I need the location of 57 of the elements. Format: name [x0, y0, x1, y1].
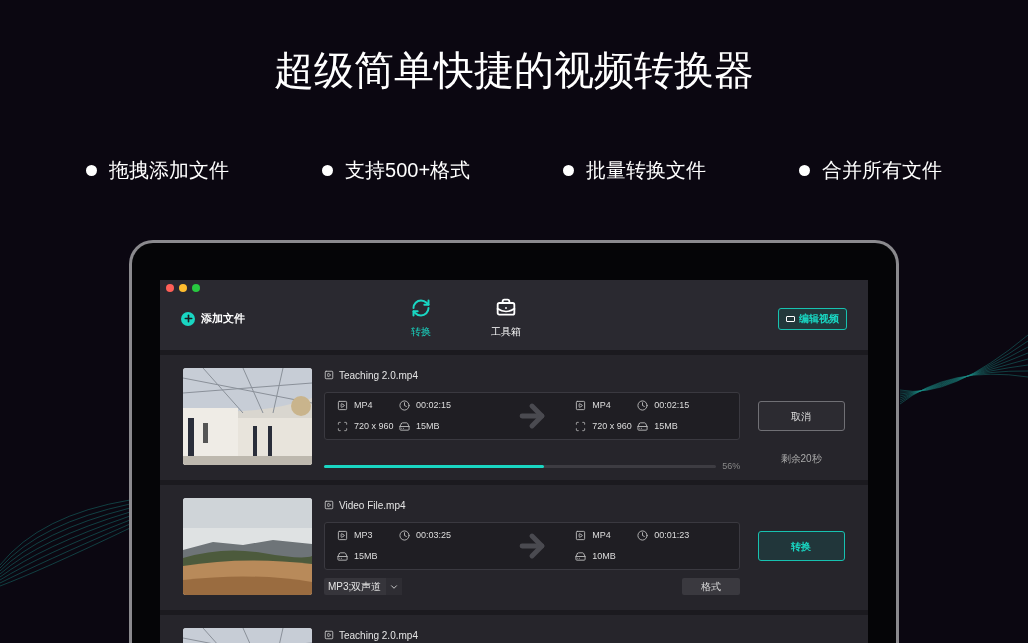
- file-name: Teaching 2.0.mp4: [339, 628, 418, 643]
- spec-text: MP4: [592, 528, 611, 542]
- spec-text: MP3: [354, 528, 373, 542]
- spec-text: MP4: [354, 398, 373, 412]
- spec-text: 720 x 960: [354, 420, 394, 433]
- spec-text: 15MB: [416, 420, 440, 433]
- play-icon: [575, 399, 587, 411]
- cancel-button[interactable]: 取消: [757, 401, 845, 431]
- file-size-icon: [399, 421, 410, 433]
- spec-text: 00:02:15: [416, 398, 452, 412]
- format-button[interactable]: 格式: [682, 578, 741, 595]
- bullet-icon: [562, 164, 574, 176]
- convert-icon: [411, 298, 431, 318]
- file-name: Video File.mp4: [339, 498, 406, 513]
- spec-text: 15MB: [654, 420, 678, 433]
- feature-text: 拖拽添加文件: [109, 158, 230, 182]
- clock-icon: [637, 399, 649, 411]
- feature-text: 支持500+格式: [345, 158, 471, 182]
- audio-format-dropdown[interactable]: MP3;双声道: [324, 578, 403, 595]
- feature-text: 合并所有文件: [821, 158, 942, 182]
- spec-text: 720 x 960: [592, 420, 632, 433]
- toolbox-icon: [496, 298, 516, 318]
- file-size-icon: [337, 551, 348, 563]
- spec-text: 10MB: [592, 550, 616, 563]
- file-name: Teaching 2.0.mp4: [339, 368, 418, 383]
- spec-text: MP4: [592, 398, 611, 412]
- video-file-icon: [324, 630, 334, 640]
- tag-icon: [786, 315, 795, 322]
- progress-percent: 56%: [722, 460, 741, 473]
- play-icon: [575, 529, 587, 541]
- file-size-icon: [575, 551, 587, 563]
- play-icon: [337, 399, 348, 411]
- spec-text: 00:02:15: [654, 398, 690, 412]
- resolution-icon: [337, 421, 348, 433]
- clock-icon: [399, 529, 410, 541]
- spec-text: 00:03:25: [416, 528, 452, 542]
- spec-text: 15MB: [354, 550, 378, 563]
- plus-icon: [182, 313, 194, 324]
- resolution-icon: [575, 421, 587, 433]
- edit-video-button[interactable]: 编辑视频: [778, 307, 847, 330]
- spec-text: 00:01:23: [654, 528, 690, 542]
- convert-button[interactable]: 转换: [757, 531, 845, 561]
- time-remaining: 剩余20秒: [780, 452, 822, 466]
- tab[interactable]: 工具箱: [491, 298, 521, 339]
- play-icon: [337, 529, 348, 541]
- bullet-icon: [322, 164, 334, 176]
- feature-text: 批量转换文件: [585, 158, 706, 182]
- bullet-icon: [86, 164, 98, 176]
- video-file-icon: [324, 370, 334, 380]
- clock-icon: [399, 399, 410, 411]
- clock-icon: [637, 529, 649, 541]
- video-file-icon: [324, 500, 334, 510]
- tab[interactable]: 转换: [411, 298, 431, 339]
- headline: 超级简单快捷的视频转换器: [274, 47, 754, 94]
- add-file-button[interactable]: 添加文件: [181, 310, 411, 327]
- file-size-icon: [637, 421, 649, 433]
- bullet-icon: [798, 164, 810, 176]
